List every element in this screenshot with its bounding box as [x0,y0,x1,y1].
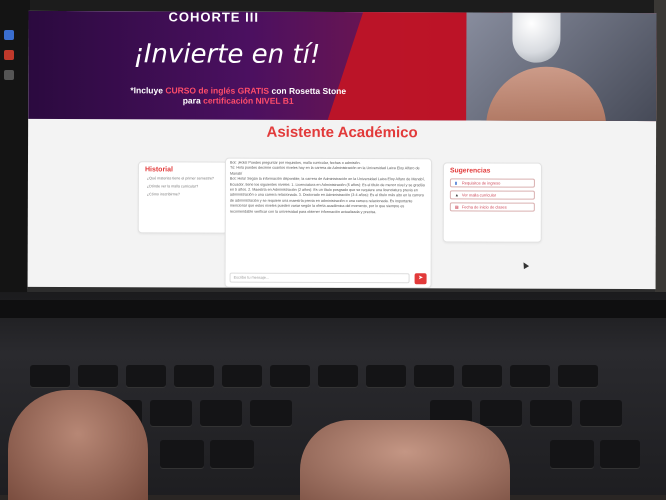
right-hand [300,420,510,500]
keyboard-key[interactable] [550,440,594,468]
message-input[interactable]: Escribe tu mensaje... [229,272,410,284]
keyboard-key[interactable] [270,365,310,387]
promo-course: CURSO de inglés GRATIS [165,85,270,96]
keyboard-key[interactable] [462,365,502,387]
historial-item[interactable]: ¿Dónde ver la malla curricular? [147,184,221,189]
keyboard-key[interactable] [480,400,522,426]
keyboard-key[interactable] [78,365,118,387]
calendar-icon: ▦ [454,204,459,210]
keyboard-key[interactable] [222,365,262,387]
keyboard-key[interactable] [174,365,214,387]
suggestion-label: Fecha de inicio de clases [461,204,507,210]
suggestion-button-requisitos[interactable]: ▮ Requisitos de ingreso [449,178,535,188]
taskbar-icons [2,30,16,90]
app-icon[interactable] [4,50,14,60]
historial-title: Historial [144,166,173,174]
page-title: Asistente Académico [266,123,418,142]
promo-banner: COHORTE III ¡Invierte en tí! *Incluye CU… [28,10,657,122]
bot-message: Bot: Hola! Según la información disponib… [229,176,425,214]
suggestion-label: Requisitos de ingreso [461,180,501,186]
historial-item[interactable]: ¿Cómo inscribirme? [147,192,221,197]
document-icon: ▮ [454,180,458,186]
banner-promo: *Incluye CURSO de inglés GRATIS con Rose… [123,85,353,106]
keyboard-key[interactable] [200,400,242,426]
sugerencias-panel: Sugerencias ▮ Requisitos de ingreso ▲ Ver … [442,162,542,243]
keyboard-key[interactable] [580,400,622,426]
historial-item[interactable]: ¿Qué materias tiene el primer semestre? [147,176,221,181]
keyboard-key[interactable] [530,400,572,426]
keyboard-key[interactable] [558,365,598,387]
app-icon[interactable] [4,70,14,80]
keyboard-key[interactable] [250,400,292,426]
keyboard-key[interactable] [150,400,192,426]
suggestion-label: Ver malla curricular [461,192,497,198]
suggestion-button-malla[interactable]: ▲ Ver malla curricular [449,190,535,200]
left-hand [8,390,148,500]
banner-headline: ¡Invierte en tí! [133,39,321,70]
keyboard-key[interactable] [318,365,358,387]
keyboard-key[interactable] [366,365,406,387]
keyboard-key[interactable] [160,440,204,468]
suggestion-button-fecha[interactable]: ▦ Fecha de inicio de clases [449,202,535,212]
historial-panel: Historial ¿Qué materias tiene el primer … [137,161,228,234]
promo-cert: certificación NIVEL B1 [203,95,294,106]
keyboard-key[interactable] [30,365,70,387]
graduation-cap-icon: ▲ [454,192,459,198]
keyboard-key[interactable] [510,365,550,387]
user-message: Tú: Hola puedes decirme cuantos niveles … [229,166,420,176]
lightbulb-image [512,10,561,63]
keyboard-key[interactable] [210,440,254,468]
keyboard-key[interactable] [126,365,166,387]
laptop-hinge [0,300,666,318]
laptop-screen: COHORTE III ¡Invierte en tí! *Incluye CU… [27,10,657,310]
send-icon: ➤ [418,275,424,282]
keyboard-key[interactable] [414,365,454,387]
chat-panel: Bot: ¡Hola! Puedes preguntar por requisi… [224,157,433,289]
banner-cohort: COHORTE III [168,10,259,25]
chat-log: Bot: ¡Hola! Puedes preguntar por requisi… [230,161,426,216]
sugerencias-title: Sugerencias [449,167,491,175]
app-icon[interactable] [4,30,14,40]
promo-prefix: *Incluye [130,85,163,96]
send-button[interactable]: ➤ [414,273,427,285]
keyboard-key[interactable] [600,440,640,468]
